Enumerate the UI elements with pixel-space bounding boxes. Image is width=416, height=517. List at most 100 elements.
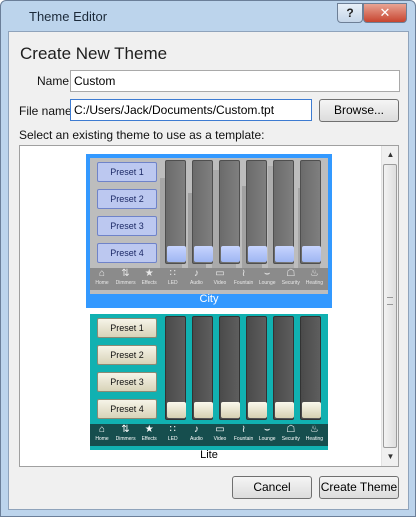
city-nav-label: Video <box>213 280 227 286</box>
city-nav-item: ⌣ Lounge <box>255 268 279 290</box>
security-icon: ☖ <box>286 268 296 279</box>
city-nav-item: ⇅ Dimmers <box>114 268 138 290</box>
title-bar[interactable]: Theme Editor ? ✕ <box>1 1 415 31</box>
led-icon: ∷ <box>169 424 176 435</box>
lite-fader <box>273 316 294 420</box>
lite-fader <box>246 316 267 420</box>
theme-item-lite[interactable]: Preset 1 Preset 2 Preset 3 Preset 4 ⌂ Home ⇅ D… <box>86 312 332 464</box>
lite-fader <box>192 316 213 420</box>
city-nav-item: ≀ Fountain <box>232 268 256 290</box>
city-nav-bar: ⌂ Home ⇅ Dimmers ★ Effects ∷ LED ♪ Audio ▭ Video ≀ Fo… <box>90 268 328 290</box>
video-icon: ▭ <box>215 424 225 435</box>
cancel-button[interactable]: Cancel <box>232 476 312 499</box>
lite-fader <box>165 316 186 420</box>
lite-nav-item: ⌂ Home <box>90 424 114 446</box>
lite-fader-knob <box>275 402 294 418</box>
audio-icon: ♪ <box>193 424 199 435</box>
scroll-thumb[interactable] <box>383 164 397 448</box>
theme-item-city[interactable]: Preset 1 Preset 2 Preset 3 Preset 4 ⌂ Home ⇅ D… <box>86 154 332 308</box>
led-icon: ∷ <box>169 268 176 279</box>
filename-label: File name <box>19 104 72 118</box>
lite-nav-item: ☖ Security <box>279 424 303 446</box>
city-preset-button: Preset 3 <box>97 216 157 236</box>
window-title: Theme Editor <box>29 9 108 24</box>
city-fader-knob <box>248 246 267 262</box>
dimmers-icon: ⇅ <box>121 268 130 279</box>
lite-nav-label: Lounge <box>258 436 276 442</box>
lite-nav-item: ♨ Heating <box>302 424 326 446</box>
city-nav-item: ▭ Video <box>208 268 232 290</box>
help-icon: ? <box>346 6 354 20</box>
lite-nav-item: ∷ LED <box>161 424 185 446</box>
city-nav-label: Fountain <box>233 280 254 286</box>
video-icon: ▭ <box>215 268 225 279</box>
create-theme-button[interactable]: Create Theme <box>319 476 399 499</box>
lite-fader-knob <box>167 402 186 418</box>
city-nav-item: ♪ Audio <box>184 268 208 290</box>
lite-preset-button: Preset 2 <box>97 345 157 365</box>
lite-preset-button: Preset 1 <box>97 318 157 338</box>
lite-nav-label: Effects <box>141 436 157 442</box>
city-preset-button: Preset 2 <box>97 189 157 209</box>
city-fader <box>273 160 294 264</box>
city-fader-knob <box>302 246 321 262</box>
dialog-heading: Create New Theme <box>20 44 168 63</box>
lite-nav-label: Security <box>281 436 300 442</box>
lite-nav-item: ♪ Audio <box>184 424 208 446</box>
lite-nav-item: ⇅ Dimmers <box>114 424 138 446</box>
heating-icon: ♨ <box>309 268 319 279</box>
lite-fader <box>219 316 240 420</box>
lite-nav-label: Dimmers <box>115 436 136 442</box>
lite-fader-knob <box>221 402 240 418</box>
city-fader-knob <box>167 246 186 262</box>
fountain-icon: ≀ <box>241 268 246 279</box>
city-preset-button: Preset 4 <box>97 243 157 263</box>
city-nav-label: Lounge <box>258 280 276 286</box>
lite-fader-knob <box>302 402 321 418</box>
lite-fader <box>300 316 321 420</box>
browse-button[interactable]: Browse... <box>319 99 399 122</box>
help-button[interactable]: ? <box>337 3 363 23</box>
close-icon: ✕ <box>379 5 391 20</box>
effects-icon: ★ <box>144 424 154 435</box>
theme-name-city: City <box>199 293 219 305</box>
lite-nav-item: ▭ Video <box>208 424 232 446</box>
theme-list[interactable]: Preset 1 Preset 2 Preset 3 Preset 4 ⌂ Home ⇅ D… <box>19 145 399 467</box>
city-nav-label: Dimmers <box>115 280 136 286</box>
city-nav-item: ♨ Heating <box>302 268 326 290</box>
city-nav-item: ∷ LED <box>161 268 185 290</box>
scroll-down-arrow-icon[interactable]: ▼ <box>383 449 398 465</box>
lite-nav-item: ⌣ Lounge <box>255 424 279 446</box>
lite-nav-label: Audio <box>189 436 203 442</box>
scroll-up-arrow-icon[interactable]: ▲ <box>383 147 398 163</box>
lite-preset-button: Preset 4 <box>97 399 157 419</box>
city-nav-label: Effects <box>141 280 157 286</box>
home-icon: ⌂ <box>98 424 106 435</box>
name-field[interactable]: Custom <box>70 70 400 92</box>
city-fader <box>246 160 267 264</box>
lite-fader-knob <box>248 402 267 418</box>
theme-editor-window: Theme Editor ? ✕ Create New Theme Name C… <box>0 0 416 517</box>
lite-nav-label: Video <box>213 436 227 442</box>
city-fader-knob <box>275 246 294 262</box>
lite-nav-label: Fountain <box>233 436 254 442</box>
name-label: Name <box>37 74 70 88</box>
city-nav-label: Heating <box>305 280 323 286</box>
close-button[interactable]: ✕ <box>363 3 407 23</box>
theme-name-lite: Lite <box>200 449 218 461</box>
lite-nav-bar: ⌂ Home ⇅ Dimmers ★ Effects ∷ LED ♪ Audio ▭ Video ≀ Fo… <box>90 424 328 446</box>
city-nav-item: ⌂ Home <box>90 268 114 290</box>
theme-list-scrollbar[interactable]: ▲ ▼ <box>381 146 398 466</box>
audio-icon: ♪ <box>193 268 199 279</box>
heating-icon: ♨ <box>309 424 319 435</box>
dimmers-icon: ⇅ <box>121 424 130 435</box>
filename-field[interactable]: C:/Users/Jack/Documents/Custom.tpt <box>70 99 312 121</box>
lite-nav-item: ≀ Fountain <box>232 424 256 446</box>
security-icon: ☖ <box>286 424 296 435</box>
lite-nav-item: ★ Effects <box>137 424 161 446</box>
lite-preset-button: Preset 3 <box>97 372 157 392</box>
scroll-grip-icon <box>387 297 393 305</box>
city-nav-label: LED <box>167 280 178 286</box>
lounge-icon: ⌣ <box>263 424 271 435</box>
city-nav-label: Home <box>95 280 109 286</box>
